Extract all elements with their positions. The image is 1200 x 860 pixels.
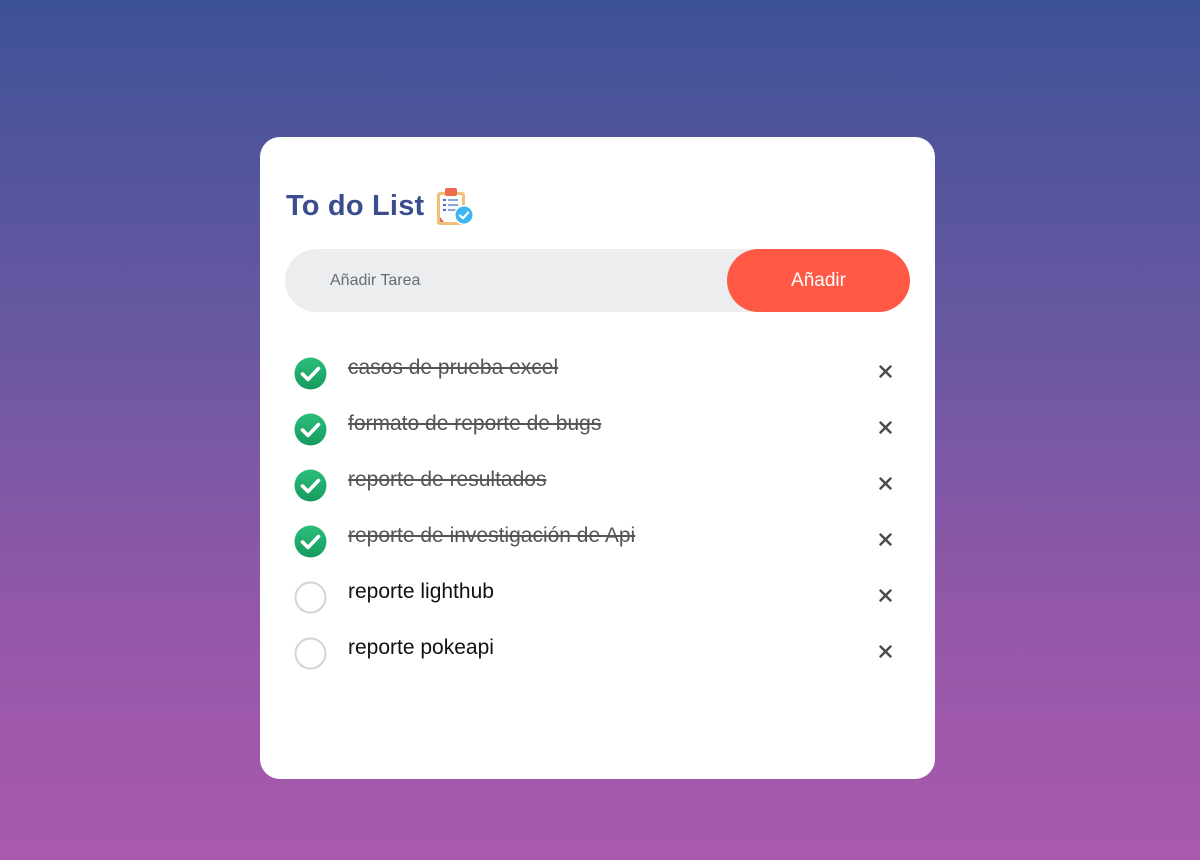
task-label: reporte de resultados — [348, 468, 547, 491]
close-icon — [878, 588, 892, 602]
task-label: reporte de investigación de Api — [348, 524, 636, 547]
task-item[interactable]: casos de prueba excel — [260, 347, 935, 403]
close-icon — [878, 476, 892, 490]
add-task-button[interactable]: Añadir — [727, 249, 910, 312]
checked-circle-icon[interactable] — [294, 469, 327, 502]
delete-task-button[interactable] — [874, 640, 896, 662]
todo-card: To do List Añadir casos de pr — [260, 137, 935, 779]
close-icon — [878, 420, 892, 434]
delete-task-button[interactable] — [874, 472, 896, 494]
task-label: formato de reporte de bugs — [348, 412, 602, 435]
task-item[interactable]: reporte de resultados — [260, 459, 935, 515]
delete-task-button[interactable] — [874, 528, 896, 550]
unchecked-circle-icon[interactable] — [294, 637, 327, 670]
task-item[interactable]: reporte lighthub — [260, 571, 935, 627]
checked-circle-icon[interactable] — [294, 525, 327, 558]
close-icon — [878, 532, 892, 546]
task-list: casos de prueba excel formato de reporte … — [260, 347, 935, 683]
checked-circle-icon[interactable] — [294, 413, 327, 446]
clipboard-check-icon — [435, 187, 475, 227]
close-icon — [878, 364, 892, 378]
task-item[interactable]: formato de reporte de bugs — [260, 403, 935, 459]
task-label: casos de prueba excel — [348, 356, 559, 379]
close-icon — [878, 644, 892, 658]
checked-circle-icon[interactable] — [294, 357, 327, 390]
header: To do List — [286, 185, 475, 227]
unchecked-circle-icon[interactable] — [294, 581, 327, 614]
delete-task-button[interactable] — [874, 416, 896, 438]
add-task-bar: Añadir — [285, 248, 910, 313]
task-item[interactable]: reporte de investigación de Api — [260, 515, 935, 571]
page-title: To do List — [286, 189, 425, 222]
task-label: reporte pokeapi — [348, 636, 494, 659]
delete-task-button[interactable] — [874, 584, 896, 606]
task-item[interactable]: reporte pokeapi — [260, 627, 935, 683]
delete-task-button[interactable] — [874, 360, 896, 382]
task-label: reporte lighthub — [348, 580, 494, 603]
